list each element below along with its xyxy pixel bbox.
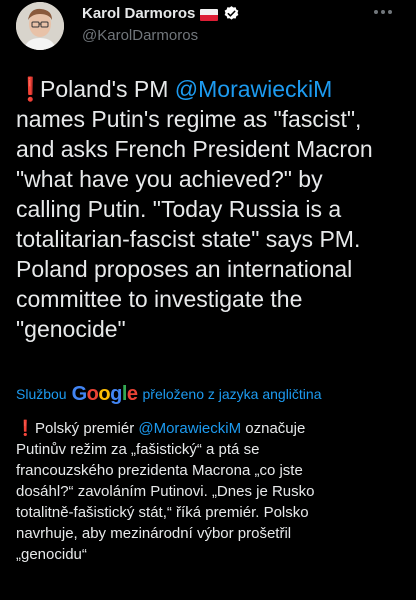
translated-line: „genocidu“	[16, 546, 87, 563]
mention-link[interactable]: @MorawieckiM	[175, 76, 333, 102]
translated-line: totalitně-fašistický stát,“ říká premiér…	[16, 504, 309, 521]
translation-prefix: Službou	[16, 385, 67, 402]
exclamation-icon: ❗	[16, 420, 35, 437]
tweet-line: ❗Poland's PM @MorawieckiM	[16, 74, 408, 104]
verified-badge-icon	[225, 6, 239, 20]
tweet-header: Karol Darmoros @KarolDarmoros	[0, 0, 416, 64]
tweet-line: "genocide"	[16, 316, 126, 342]
translated-line: dosáhl?“ zavoláním Putinovi. „Dnes je Ru…	[16, 483, 315, 500]
more-options-icon[interactable]	[374, 2, 392, 22]
translation-attribution[interactable]: Službou Google přeloženo z jazyka anglič…	[16, 382, 322, 405]
translated-line: francouzského prezidenta Macrona „co jst…	[16, 462, 303, 479]
translated-line: ❗Polský premiér @MorawieckiM označuje	[16, 418, 408, 439]
tweet-line: names Putin's regime as "fascist",	[16, 106, 362, 132]
exclamation-icon: ❗	[16, 76, 45, 102]
tweet-line: calling Putin. "Today Russia is a	[16, 196, 342, 222]
tweet-line-text: Poland's PM	[40, 76, 175, 102]
translated-text: ❗Polský premiér @MorawieckiM označuje Pu…	[16, 418, 408, 565]
tweet-text: ❗Poland's PM @MorawieckiM names Putin's …	[16, 74, 408, 344]
translated-line-text: Polský premiér	[35, 420, 139, 437]
tweet-line: "what have you achieved?" by	[16, 166, 323, 192]
translated-line: navrhuje, aby mezinárodní výbor prošetři…	[16, 525, 292, 542]
tweet-line: and asks French President Macron	[16, 136, 373, 162]
google-logo: Google	[71, 383, 138, 405]
tweet-line: Poland proposes an international	[16, 256, 353, 282]
tweet-line: committee to investigate the	[16, 286, 303, 312]
translated-line: Putinův režim za „fašistický“ a ptá se	[16, 441, 260, 458]
avatar-photo	[16, 2, 64, 50]
tweet-line: totalitarian-fascist state" says PM.	[16, 226, 361, 252]
author-name-text: Karol Darmoros	[82, 5, 196, 22]
translation-suffix: přeloženo z jazyka angličtina	[142, 385, 322, 402]
author-name[interactable]: Karol Darmoros	[82, 5, 240, 22]
author-handle[interactable]: @KarolDarmoros	[82, 27, 198, 44]
translated-line-text: označuje	[241, 420, 306, 437]
poland-flag-icon	[200, 8, 219, 21]
mention-link[interactable]: @MorawieckiM	[138, 420, 241, 437]
avatar[interactable]	[16, 2, 64, 50]
